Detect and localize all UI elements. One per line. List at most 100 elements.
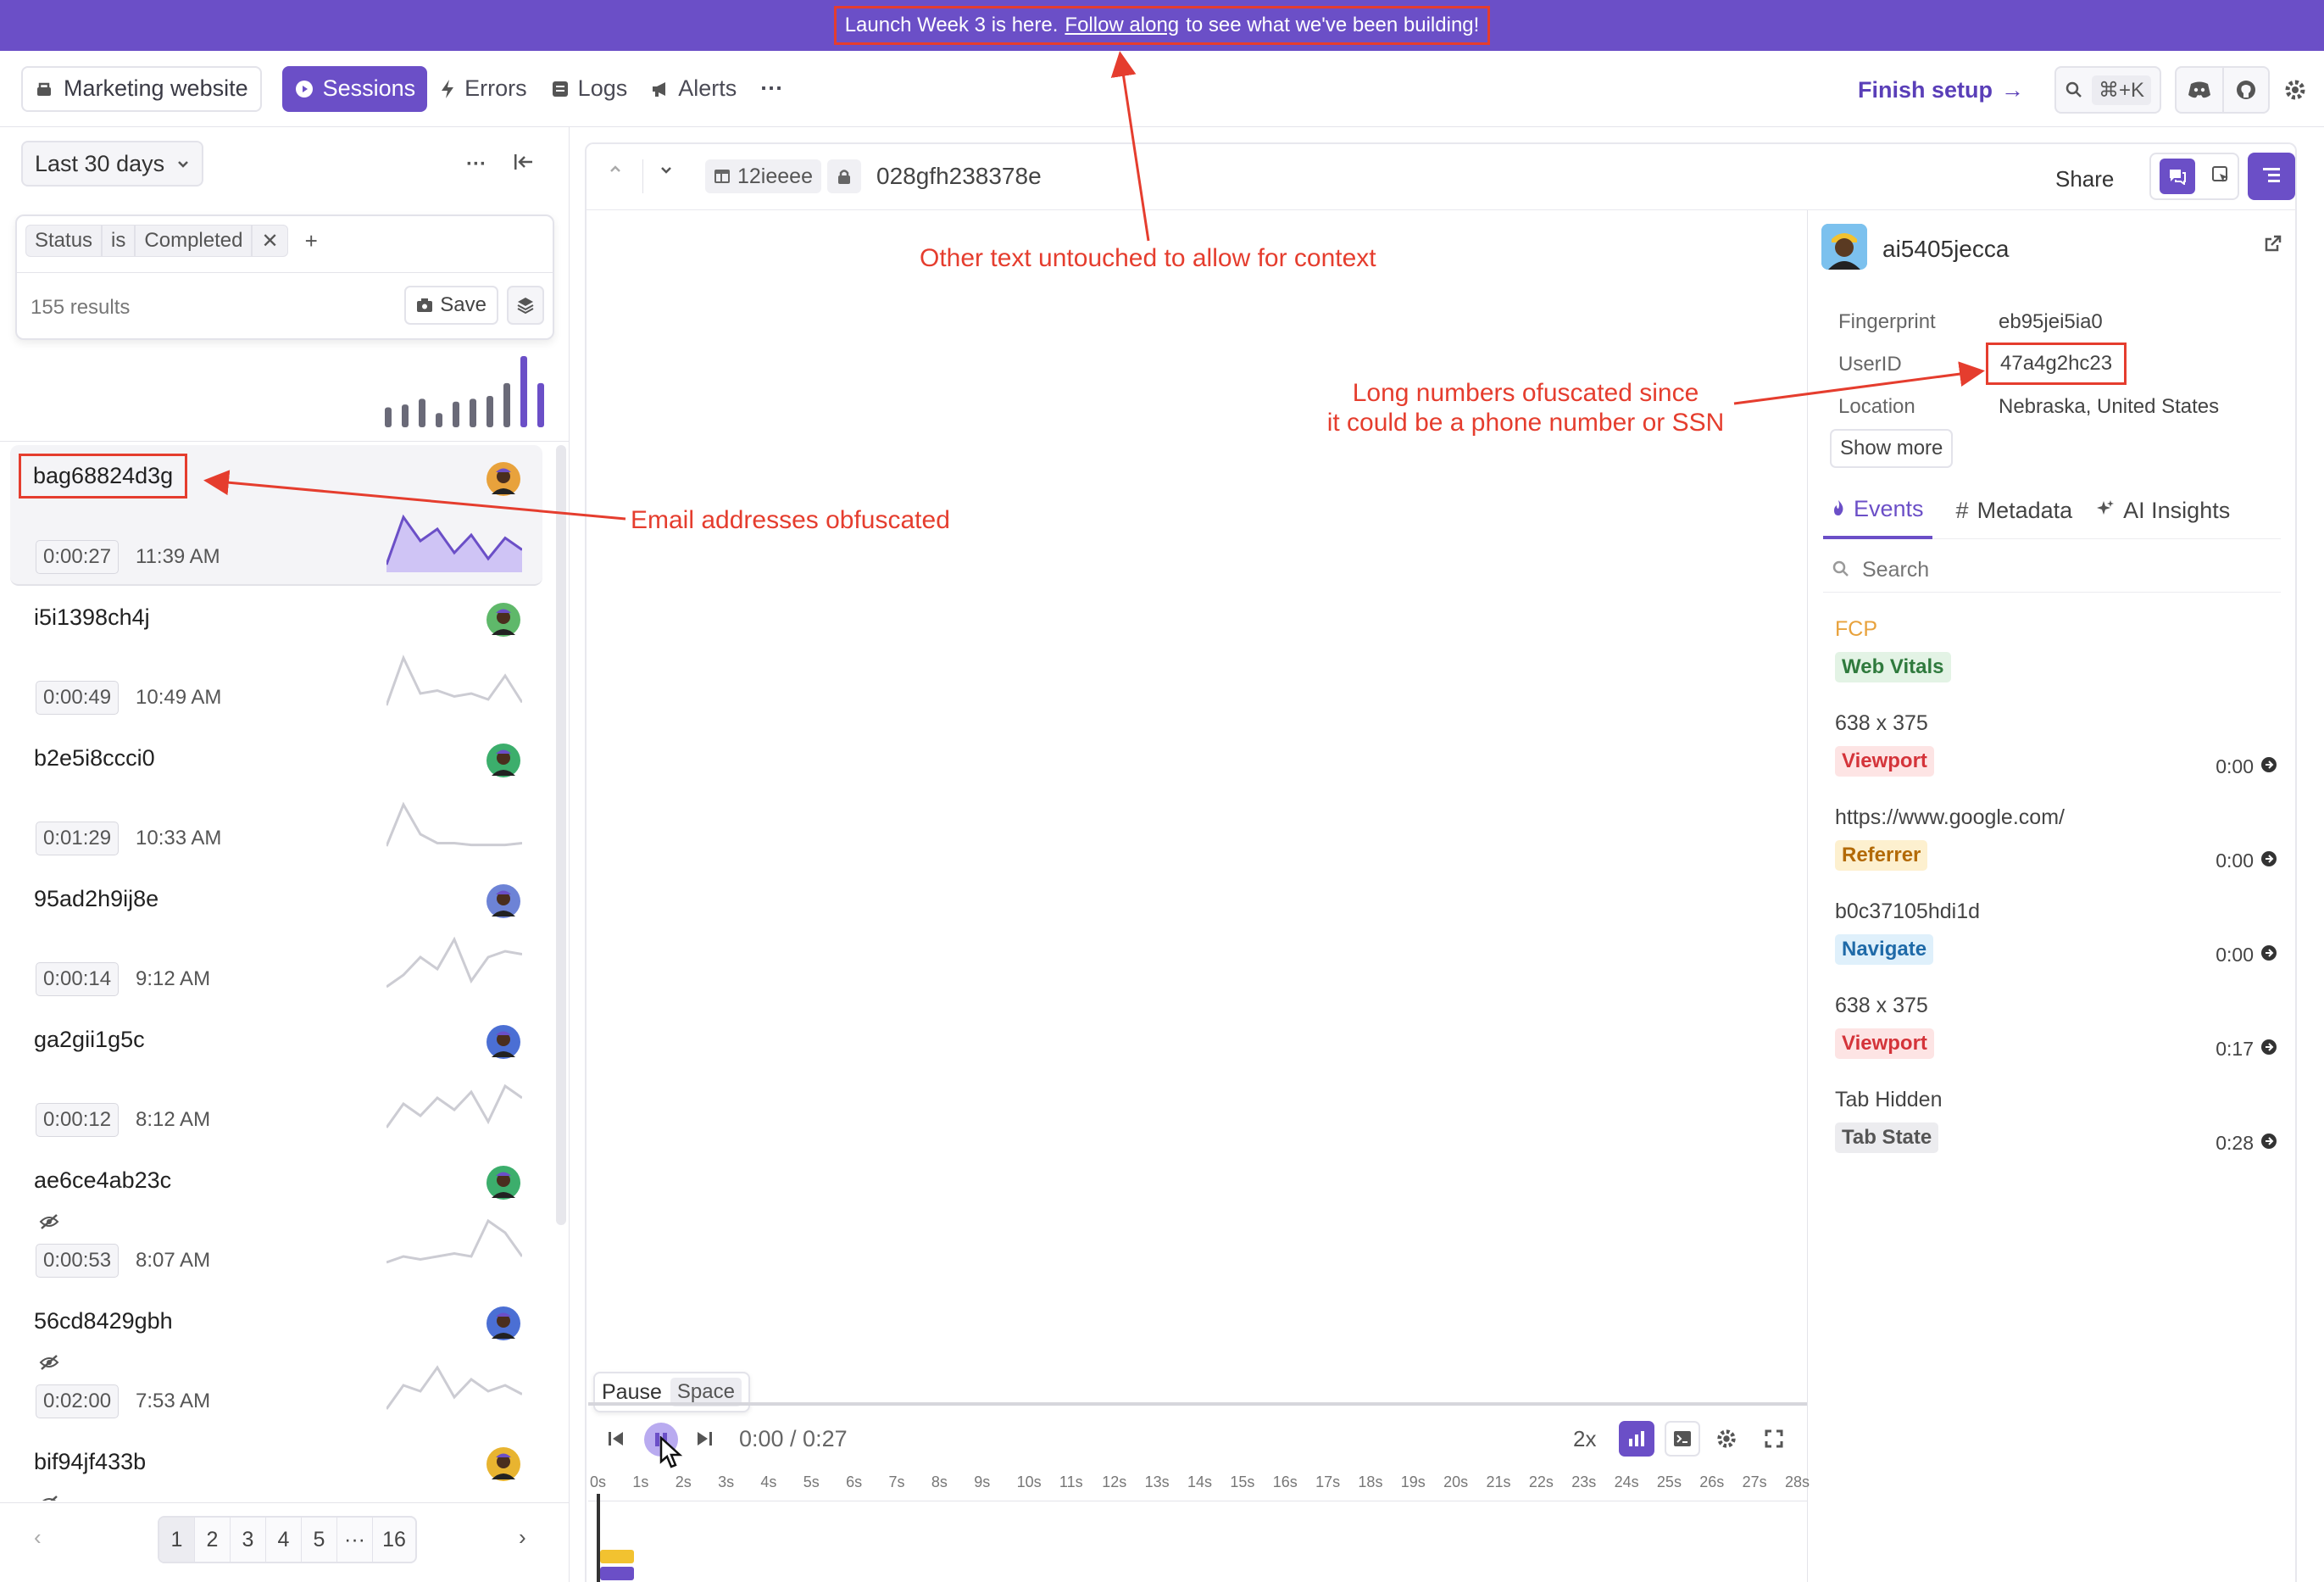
event-title: https://www.google.com/ [1835, 805, 2065, 829]
session-tag[interactable]: 12ieeee [705, 159, 821, 193]
session-list-scrollbar[interactable] [556, 445, 566, 1225]
events-search-input[interactable] [1862, 553, 2260, 587]
session-time: 7:53 AM [136, 1390, 211, 1412]
timeline-tick-label: 6s [846, 1473, 863, 1490]
event-title: FCP [1835, 617, 1877, 641]
banner-follow-link[interactable]: Follow along [1065, 14, 1179, 37]
save-segment-button[interactable]: Save [404, 286, 498, 325]
histogram-bar[interactable] [537, 382, 544, 427]
date-range-select[interactable]: Last 30 days [21, 141, 204, 187]
nav-errors[interactable]: Errors [427, 66, 539, 112]
event-item[interactable]: FCP Web Vitals [1835, 617, 2284, 682]
flame-icon [1832, 496, 1845, 522]
page-button[interactable]: 4 [266, 1518, 302, 1562]
nav-logs[interactable]: Logs [539, 66, 640, 112]
timeline-event-marker[interactable] [600, 1567, 634, 1580]
share-button[interactable]: Share [2055, 166, 2114, 192]
activity-sparkline [386, 1218, 522, 1264]
event-item[interactable]: https://www.google.com/Referrer 0:00 [1835, 805, 2284, 872]
histogram-bar[interactable] [402, 404, 409, 427]
nav-sessions[interactable]: Sessions [281, 65, 428, 112]
event-timestamp[interactable]: 0:00 [2216, 944, 2277, 966]
sidebar-more-button[interactable]: ··· [466, 153, 486, 176]
session-time: 9:12 AM [136, 967, 211, 990]
collapse-sidebar-icon[interactable] [512, 149, 536, 179]
event-item[interactable]: 638 x 375 Viewport 0:17 [1835, 994, 2284, 1061]
event-timestamp[interactable]: 0:17 [2216, 1038, 2277, 1061]
inspect-icon[interactable] [2211, 165, 2230, 188]
event-time-label: 0:17 [2216, 1038, 2254, 1060]
timeline-tick-label: 1s [632, 1473, 649, 1490]
nav-more-button[interactable]: ··· [748, 66, 795, 112]
project-switcher[interactable]: Marketing website [21, 65, 262, 112]
page-button[interactable]: 3 [231, 1518, 266, 1562]
filter-operator[interactable]: is [102, 225, 136, 257]
add-filter-button[interactable]: + [305, 228, 318, 254]
session-identifier: 56cd8429gbh [34, 1308, 173, 1334]
tab-metadata-label: Metadata [1977, 497, 2073, 523]
gear-icon[interactable] [2283, 78, 2307, 102]
tab-events[interactable]: Events [1823, 482, 1932, 539]
activity-sparkline [386, 1490, 522, 1501]
event-timestamp[interactable]: 0:28 [2216, 1132, 2277, 1155]
megaphone-icon [651, 80, 670, 98]
histogram-bar[interactable] [419, 398, 425, 427]
page-button[interactable]: 2 [195, 1518, 231, 1562]
jump-arrow-icon [2260, 944, 2277, 966]
session-list-item[interactable]: ga2gii1g5c 0:00:12 8:12 AM [10, 1008, 542, 1149]
event-item[interactable]: 638 x 375 Viewport 0:00 [1835, 711, 2284, 777]
remove-filter-icon[interactable]: ✕ [252, 225, 288, 257]
player-controls: 0:00 / 0:27 2x 0s 1s 2s 3s 4s 5s 6s 7s 8s 9s 10s 11… [588, 1402, 1810, 1582]
session-list-item[interactable]: 56cd8429gbh 0:02:00 7:53 AM [10, 1290, 542, 1430]
session-list-item[interactable]: i5i1398ch4j 0:00:49 10:49 AM [10, 586, 542, 727]
session-list-item[interactable]: bag68824d3g 0:00:27 11:39 AM [10, 445, 542, 586]
histogram-bar[interactable] [436, 413, 442, 427]
external-link-icon[interactable] [2264, 234, 2282, 257]
session-list-item[interactable]: 95ad2h9ij8e 0:00:14 9:12 AM [10, 867, 542, 1008]
chevron-down-icon[interactable] [659, 164, 673, 181]
page-button[interactable]: 1 [159, 1518, 195, 1562]
comments-icon[interactable] [2159, 159, 2195, 194]
chevron-up-icon[interactable] [609, 163, 622, 179]
nav-alerts[interactable]: Alerts [639, 66, 748, 112]
tab-ai-insights[interactable]: AI Insights [2096, 482, 2230, 539]
session-list-item[interactable]: b2e5i8ccci0 0:01:29 10:33 AM [10, 727, 542, 867]
next-page-icon[interactable]: › [519, 1524, 526, 1551]
event-item[interactable]: Tab Hidden Tab State 0:28 [1835, 1088, 2284, 1155]
save-icon [416, 298, 433, 313]
search-button[interactable]: ⌘+K [2054, 66, 2161, 114]
annotation-numbers-line1: Long numbers ofuscated since [1352, 379, 1699, 407]
nav-errors-label: Errors [464, 75, 527, 101]
userid-value: 47a4g2hc23 [1986, 343, 2127, 385]
finish-setup-link[interactable]: Finish setup → [1858, 77, 2024, 103]
timeline-event-marker[interactable] [600, 1550, 634, 1563]
event-item[interactable]: b0c37105hdi1d Navigate 0:00 [1835, 900, 2284, 966]
event-timestamp[interactable]: 0:00 [2216, 755, 2277, 778]
page-button[interactable]: 16 [373, 1518, 415, 1562]
prev-page-icon[interactable]: ‹ [34, 1524, 42, 1551]
tab-metadata[interactable]: # Metadata [1956, 482, 2073, 539]
histogram-bar[interactable] [520, 356, 527, 427]
event-timestamp[interactable]: 0:00 [2216, 849, 2277, 872]
events-panel-toggle[interactable] [2248, 153, 2295, 200]
histogram-bar[interactable] [486, 396, 493, 427]
show-more-button[interactable]: Show more [1830, 429, 1954, 468]
histogram-bar[interactable] [385, 407, 392, 427]
activity-sparkline [386, 514, 522, 572]
discord-icon[interactable] [2177, 81, 2222, 99]
segments-button[interactable] [507, 286, 544, 325]
event-title: Tab Hidden [1835, 1088, 1943, 1111]
session-list-item[interactable]: bif94jf433b [10, 1430, 542, 1501]
session-time: 11:39 AM [136, 545, 220, 568]
chevron-down-icon [176, 159, 190, 169]
filter-field[interactable]: Status [25, 225, 103, 257]
filter-value[interactable]: Completed [135, 225, 253, 257]
project-icon [35, 80, 53, 98]
page-button[interactable]: 5 [302, 1518, 337, 1562]
histogram-bar[interactable] [453, 401, 459, 427]
histogram-bar[interactable] [503, 382, 510, 427]
session-list-item[interactable]: ae6ce4ab23c 0:00:53 8:07 AM [10, 1149, 542, 1290]
github-icon[interactable] [2221, 68, 2268, 112]
histogram-bar[interactable] [470, 398, 476, 427]
avatar [486, 1166, 520, 1200]
